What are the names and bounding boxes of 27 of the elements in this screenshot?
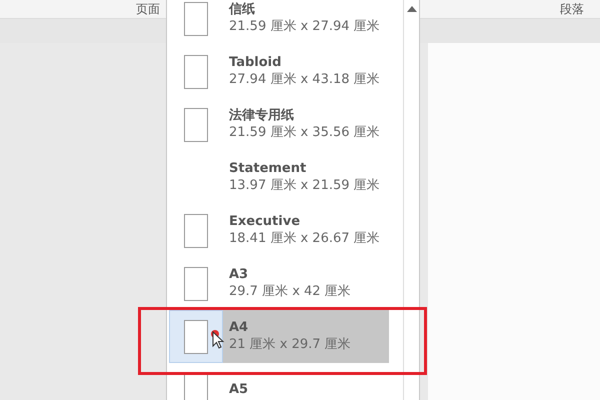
paper-dimensions: 21.59 厘米 x 35.56 厘米 [229, 124, 381, 142]
paper-size-item[interactable]: A5 [167, 363, 389, 400]
paper-dimensions: 29.7 厘米 x 42 厘米 [229, 282, 352, 300]
paper-name: A3 [229, 266, 250, 282]
paper-size-item[interactable]: Tabloid 27.94 厘米 x 43.18 厘米 [167, 45, 389, 98]
scroll-up-icon[interactable] [406, 6, 416, 12]
cursor-icon [211, 330, 225, 350]
group-label: 段落 [560, 0, 584, 18]
paper-dimensions: 18.41 厘米 x 26.67 厘米 [229, 230, 381, 248]
paper-size-item[interactable]: Statement 13.97 厘米 x 21.59 厘米 [167, 151, 389, 204]
paper-dimensions: 13.97 厘米 x 21.59 厘米 [229, 176, 381, 194]
paper-dimensions: 21.59 厘米 x 27.94 厘米 [229, 18, 381, 36]
paper-size-item[interactable]: 法律专用纸 21.59 厘米 x 35.56 厘米 [167, 98, 389, 151]
group-label: 页面 [136, 0, 160, 18]
paper-name: Statement [229, 160, 308, 176]
paper-size-item[interactable]: 信纸 21.59 厘米 x 27.94 厘米 [167, 0, 389, 45]
paper-size-item[interactable]: A3 29.7 厘米 x 42 厘米 [167, 257, 389, 310]
paper-dimensions: 21 厘米 x 29.7 厘米 [229, 336, 352, 354]
scrollbar[interactable] [403, 0, 419, 400]
paper-dimensions: 27.94 厘米 x 43.18 厘米 [229, 70, 381, 88]
paper-name: Executive [229, 214, 302, 230]
paper-name: A4 [229, 320, 250, 336]
paper-name: A5 [229, 382, 250, 398]
paper-name: Tabloid [229, 54, 282, 70]
paper-size-item[interactable]: Executive 18.41 厘米 x 26.67 厘米 [167, 204, 389, 257]
paper-name: 法律专用纸 [229, 108, 295, 124]
paper-name: 信纸 [229, 2, 256, 18]
